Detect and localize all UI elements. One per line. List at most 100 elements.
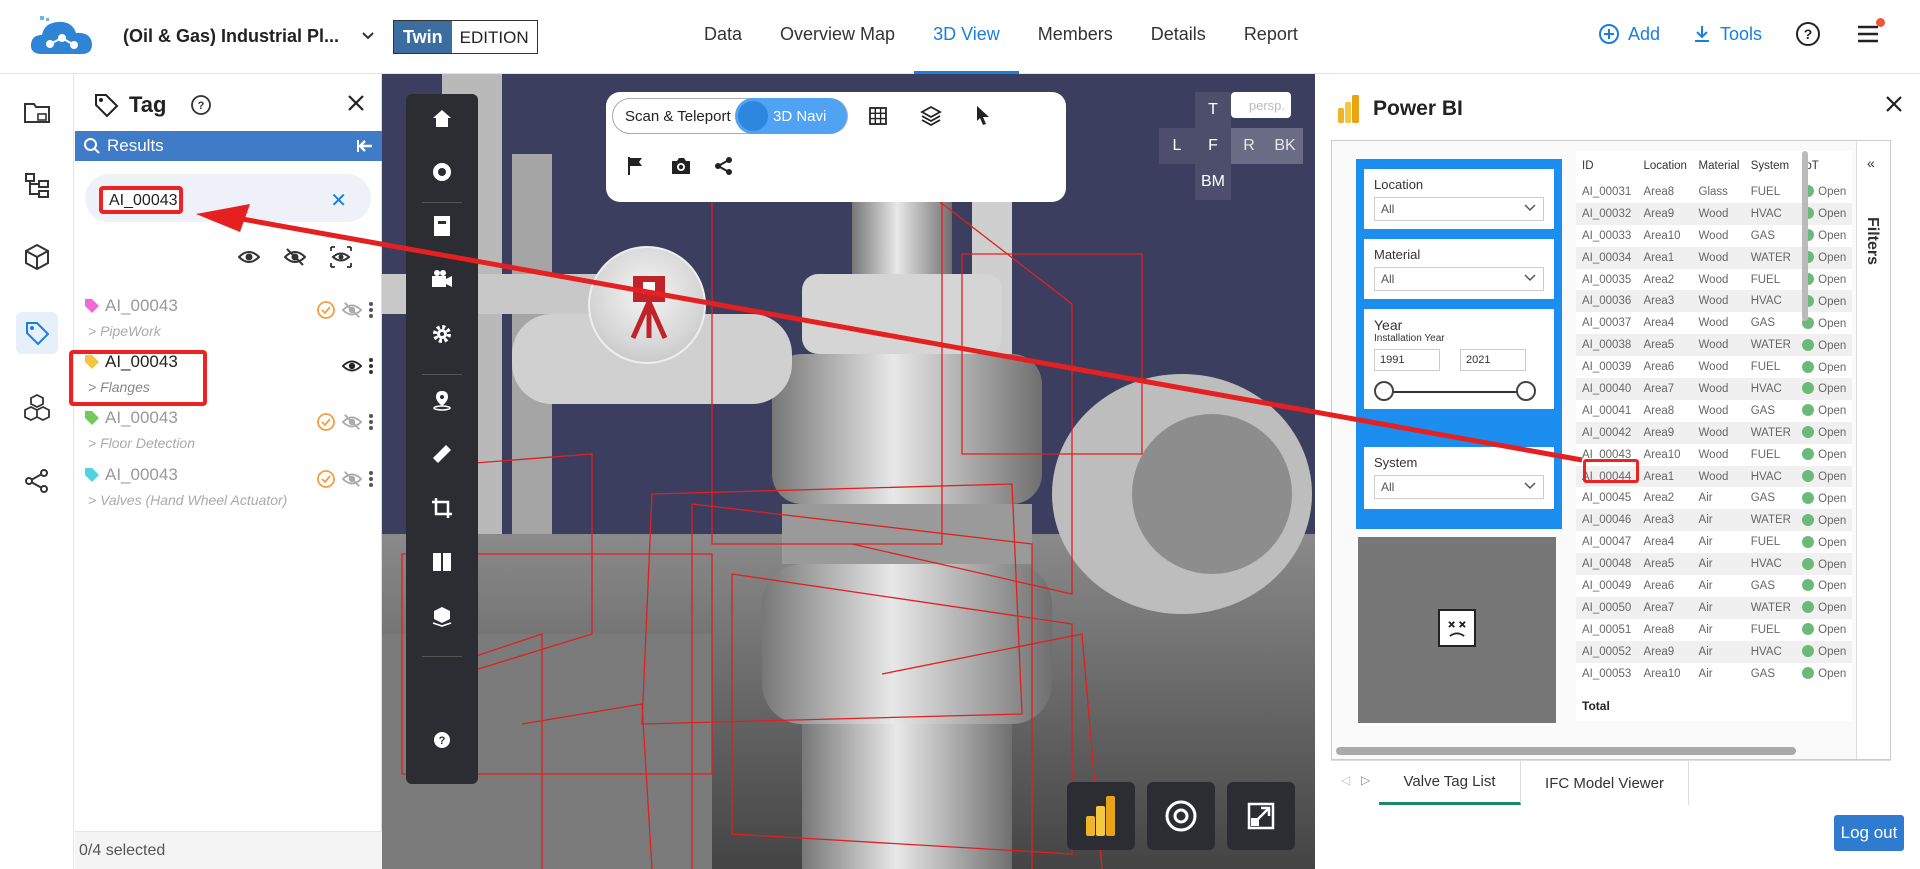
rail-model-button[interactable] [16, 236, 58, 278]
location-button[interactable] [430, 388, 454, 412]
layers-3d-button[interactable] [430, 604, 454, 628]
table-row[interactable]: AI_00040 Area7 Wood HVAC Open [1576, 378, 1852, 400]
more-vertical-icon[interactable] [368, 413, 374, 431]
next-page-icon[interactable]: ▷ [1361, 773, 1370, 787]
material-dropdown[interactable]: All [1374, 267, 1544, 291]
table-scrollbar[interactable] [1802, 151, 1808, 321]
tag-result-item[interactable]: AI_00043 > Valves (Hand Wheel Actuator) [80, 465, 380, 521]
scan-position-marker[interactable] [588, 246, 706, 364]
share-icon[interactable] [714, 156, 734, 176]
powerbi-toggle-button[interactable] [1067, 782, 1135, 850]
column-header-location[interactable]: Location [1637, 151, 1692, 181]
eye-slash-icon[interactable] [284, 246, 306, 268]
view-back-button[interactable]: BK [1267, 128, 1303, 164]
measure-button[interactable] [430, 442, 454, 466]
more-vertical-icon[interactable] [368, 357, 374, 375]
3d-navi-button[interactable]: 3D Navi [735, 98, 847, 134]
year-slider-end-handle[interactable] [1516, 381, 1536, 401]
view-right-button[interactable]: R [1231, 128, 1267, 164]
document-button[interactable] [430, 214, 454, 238]
tab-details[interactable]: Details [1132, 0, 1225, 74]
fullscreen-button[interactable] [1227, 782, 1295, 850]
table-row[interactable]: AI_00051 Area8 Air FUEL Open [1576, 619, 1852, 641]
column-header-material[interactable]: Material [1693, 151, 1745, 181]
360-view-button[interactable] [1147, 782, 1215, 850]
system-dropdown[interactable]: All [1374, 475, 1544, 499]
settings-button[interactable] [430, 322, 454, 346]
table-row[interactable]: AI_00037 Area4 Wood GAS Open [1576, 312, 1852, 334]
table-row[interactable]: AI_00049 Area6 Air GAS Open [1576, 575, 1852, 597]
tab-data[interactable]: Data [685, 0, 761, 74]
rail-objects-button[interactable] [16, 386, 58, 428]
tab-members[interactable]: Members [1019, 0, 1132, 74]
tag-search-input[interactable]: AI_00043 [99, 186, 183, 214]
add-button[interactable]: Add [1598, 23, 1660, 45]
isolate-icon[interactable] [330, 246, 352, 268]
orbit-button[interactable] [430, 160, 454, 184]
eye-slash-icon[interactable] [342, 300, 362, 320]
app-logo-icon[interactable] [28, 14, 96, 60]
table-row[interactable]: AI_00046 Area3 Air WATER Open [1576, 509, 1852, 532]
table-row[interactable]: AI_00032 Area9 Wood HVAC Open [1576, 202, 1852, 225]
tab-ifc-model-viewer[interactable]: IFC Model Viewer [1521, 761, 1689, 805]
more-vertical-icon[interactable] [368, 470, 374, 488]
menu-button[interactable] [1854, 18, 1885, 48]
rail-tag-button[interactable] [16, 312, 58, 354]
table-row[interactable]: AI_00041 Area8 Wood GAS Open [1576, 400, 1852, 422]
view-bottom-button[interactable]: BM [1195, 164, 1231, 200]
logout-button[interactable]: Log out [1834, 815, 1904, 851]
check-circle-icon[interactable] [316, 300, 336, 320]
clear-search-icon[interactable]: ✕ [330, 188, 347, 213]
year-to-input[interactable]: 2021 [1460, 349, 1526, 371]
pointer-icon[interactable] [974, 104, 992, 126]
table-row[interactable]: AI_00052 Area9 Air HVAC Open [1576, 640, 1852, 663]
view-left-button[interactable]: L [1159, 128, 1195, 164]
eye-slash-icon[interactable] [342, 412, 362, 432]
year-slider-start-handle[interactable] [1374, 381, 1394, 401]
location-dropdown[interactable]: All [1374, 197, 1544, 221]
tab-valve-tag-list[interactable]: Valve Tag List [1379, 761, 1521, 805]
table-row[interactable]: AI_00053 Area10 Air GAS Open [1576, 663, 1852, 685]
tab-report[interactable]: Report [1225, 0, 1317, 74]
tab-3d-view[interactable]: 3D View [914, 0, 1019, 74]
close-icon[interactable] [1884, 94, 1904, 114]
check-circle-icon[interactable] [316, 469, 336, 489]
viewer-help-button[interactable]: ? [430, 728, 454, 752]
year-from-input[interactable]: 1991 [1374, 349, 1440, 371]
tab-overview-map[interactable]: Overview Map [761, 0, 914, 74]
tag-result-item[interactable]: AI_00043 > PipeWork [80, 296, 380, 352]
layers-icon[interactable] [920, 105, 942, 127]
3d-viewport[interactable]: ? Scan & Teleport 3D Navi persp. T L F R… [382, 74, 1315, 869]
table-row[interactable]: AI_00048 Area5 Air HVAC Open [1576, 553, 1852, 576]
table-row[interactable]: AI_00035 Area2 Wood FUEL Open [1576, 269, 1852, 291]
help-icon[interactable]: ? [1794, 20, 1822, 48]
scan-teleport-toggle[interactable]: Scan & Teleport 3D Navi [612, 98, 848, 134]
grid-icon[interactable] [868, 106, 888, 126]
table-row[interactable]: AI_00042 Area9 Wood WATER Open [1576, 421, 1852, 444]
filters-pane[interactable]: « Filters [1856, 141, 1890, 759]
table-row[interactable]: AI_00038 Area5 Wood WATER Open [1576, 334, 1852, 357]
chevron-down-icon[interactable] [360, 28, 376, 44]
table-row[interactable]: AI_00045 Area2 Air GAS Open [1576, 487, 1852, 509]
rail-folder-button[interactable] [16, 92, 58, 134]
close-icon[interactable] [345, 92, 367, 114]
table-row[interactable]: AI_00036 Area3 Wood HVAC Open [1576, 290, 1852, 313]
tools-button[interactable]: Tools [1692, 24, 1762, 45]
table-row[interactable]: AI_00050 Area7 Air WATER Open [1576, 596, 1852, 619]
more-vertical-icon[interactable] [368, 301, 374, 319]
perspective-toggle[interactable]: persp. [1231, 92, 1291, 118]
eye-icon[interactable] [238, 246, 260, 268]
prev-page-icon[interactable]: ◁ [1341, 773, 1350, 787]
clip-button[interactable] [430, 550, 454, 574]
crop-button[interactable] [430, 496, 454, 520]
table-row[interactable]: AI_00034 Area1 Wood WATER Open [1576, 246, 1852, 269]
table-row[interactable]: AI_00047 Area4 Air FUEL Open [1576, 531, 1852, 553]
collapse-icon[interactable]: « [1867, 155, 1875, 171]
view-front-button[interactable]: F [1195, 128, 1231, 164]
check-circle-icon[interactable] [316, 412, 336, 432]
camera-button[interactable] [430, 268, 454, 292]
column-header-system[interactable]: System [1745, 151, 1796, 181]
tag-result-item[interactable]: AI_00043 > Floor Detection [80, 408, 380, 464]
eye-slash-icon[interactable] [342, 469, 362, 489]
report-hscrollbar[interactable] [1336, 747, 1796, 755]
